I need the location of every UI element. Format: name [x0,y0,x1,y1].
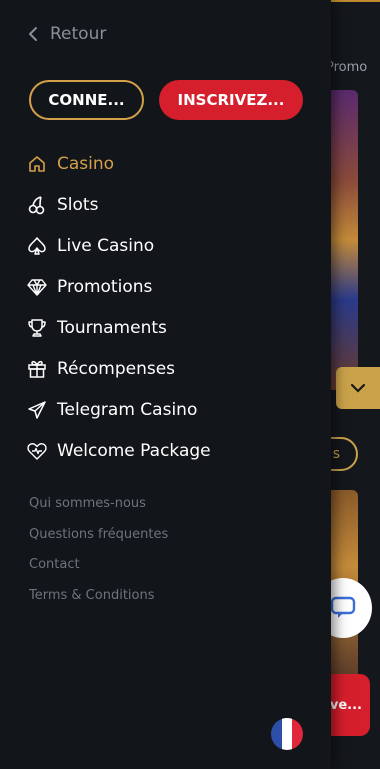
back-label: Retour [50,24,107,44]
nav-item-telegram-casino[interactable]: Telegram Casino [27,389,211,430]
signup-button[interactable]: INSCRIVEZ... [159,80,303,120]
spade-icon [27,236,47,256]
nav-item-promotions[interactable]: Promotions [27,266,211,307]
nav-label: Telegram Casino [57,399,198,420]
footer-link-faq[interactable]: Questions fréquentes [29,527,168,558]
expand-button[interactable] [336,367,380,409]
trophy-icon [27,318,47,338]
nav-label: Live Casino [57,235,155,256]
nav-item-slots[interactable]: Slots [27,184,211,225]
nav-label: Tournaments [57,317,167,338]
nav-label: Welcome Package [57,440,211,461]
nav-label: Slots [57,194,99,215]
france-flag-icon[interactable] [271,718,303,750]
main-nav: Casino Slots Live Casino Promotions Tour… [27,143,211,471]
login-button[interactable]: CONNE... [29,80,144,120]
footer-links: Qui sommes-nous Questions fréquentes Con… [29,496,168,618]
chat-icon [330,596,356,618]
nav-item-recompenses[interactable]: Récompenses [27,348,211,389]
cherries-icon [27,195,47,215]
diamond-icon [27,277,47,297]
nav-label: Casino [57,153,115,174]
chevron-left-icon [29,27,37,41]
nav-item-tournaments[interactable]: Tournaments [27,307,211,348]
home-icon [27,154,47,174]
nav-label: Promotions [57,276,153,297]
footer-link-terms[interactable]: Terms & Conditions [29,588,168,619]
footer-link-about[interactable]: Qui sommes-nous [29,496,168,527]
nav-label: Récompenses [57,358,176,379]
side-menu-drawer: Retour CONNE... INSCRIVEZ... Casino Slot… [0,0,331,769]
paper-plane-icon [27,400,47,420]
heart-icon [27,441,47,461]
promo-heading: Promo [326,60,368,75]
back-button[interactable]: Retour [28,24,106,44]
nav-item-welcome-package[interactable]: Welcome Package [27,430,211,471]
gift-icon [27,359,47,379]
chevron-down-icon [350,383,366,393]
footer-link-contact[interactable]: Contact [29,557,168,588]
nav-item-live-casino[interactable]: Live Casino [27,225,211,266]
nav-item-casino[interactable]: Casino [27,143,211,184]
